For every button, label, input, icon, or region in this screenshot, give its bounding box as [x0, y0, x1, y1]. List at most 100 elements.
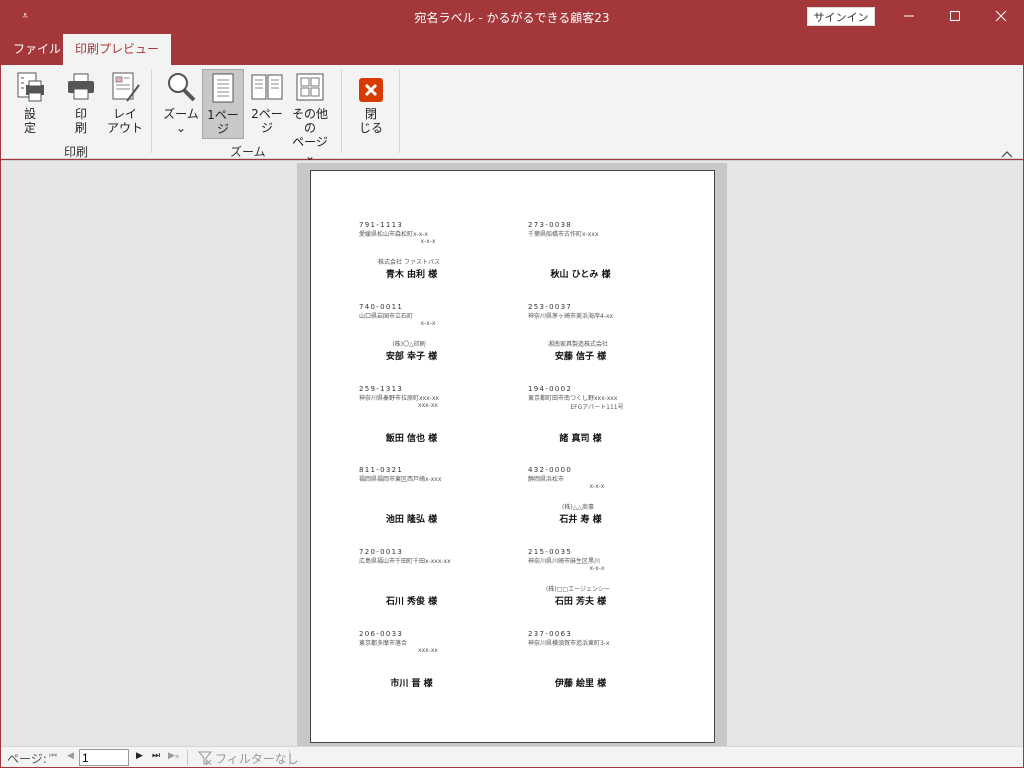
tab-print-preview[interactable]: 印刷プレビュー: [63, 34, 172, 65]
zoom-button[interactable]: ズーム ⌄: [161, 69, 201, 135]
recipient-name: 安藤 信子 様: [554, 352, 607, 362]
minimize-icon: [904, 15, 914, 17]
address-line-1: 神奈川県横須賀市追浜東町3-x: [528, 640, 610, 647]
company-name: 湘南家具製造株式会社: [547, 341, 608, 348]
one-page-button[interactable]: 1ペー ジ: [202, 69, 244, 139]
address-label: 740-0011 山口県岩国市立石町 x-x-x (株)〇△印刷安部 幸子 様: [359, 303, 524, 383]
address-label: 206-0033 東京都多摩市落合 xxx-xx 市川 晋 様: [359, 630, 524, 710]
ribbon-separator: [151, 69, 152, 153]
minimize-button[interactable]: [886, 0, 932, 32]
postal-code: 432-0000: [528, 466, 573, 474]
chevron-down-icon: ⌄: [175, 121, 187, 135]
signin-button[interactable]: サインイン: [807, 7, 875, 26]
recipient-name: 石井 寿 様: [559, 515, 602, 525]
two-page-label-1: 2ペー: [251, 107, 283, 121]
print-button[interactable]: 印 刷: [61, 69, 101, 135]
new-record-button[interactable]: ▶⁎: [168, 751, 179, 761]
address-line-2: x-x-x: [589, 483, 605, 490]
recipient-name: 石川 秀俊 様: [385, 597, 438, 607]
recipient-name: 秋山 ひとみ 様: [550, 270, 611, 280]
first-page-button[interactable]: ⏮: [49, 751, 57, 761]
close-preview-button[interactable]: 閉 じる: [353, 69, 389, 135]
close-window-button[interactable]: [978, 0, 1024, 32]
page-frame: 791-1113 愛媛県松山市森松町x-x-x x-x-x 株式会社 ファストパス 青木…: [297, 163, 727, 747]
postal-code: 811-0321: [359, 466, 404, 474]
postal-code: 720-0013: [359, 548, 404, 556]
address-line-1: 神奈川県秦野市拉原町xxx-xx: [359, 395, 439, 402]
address-label: 253-0037 神奈川県茅ヶ崎市美浜海岸4-xx 湘南家具製造株式会社 安藤 信子 …: [528, 303, 693, 383]
recipient-name: 伊藤 絵里 様: [554, 679, 607, 689]
multiple-pages-icon: [296, 73, 324, 101]
address-label: 259-1313 神奈川県秦野市拉原町xxx-xx xxx-xx 飯田 信也 様: [359, 385, 524, 465]
maximize-button[interactable]: [932, 0, 978, 32]
page-setup-icon: [17, 72, 44, 102]
address-line-1: 千葉県船橋市古作町x-xxx: [528, 231, 599, 238]
address-line-2: x-x-x: [420, 238, 436, 245]
recipient-name: 青木 由利 様: [385, 270, 438, 280]
postal-code: 259-1313: [359, 385, 404, 393]
zoom-group-label: ズーム: [230, 145, 266, 159]
next-page-button[interactable]: ▶: [136, 751, 143, 761]
address-line-1: 静岡県浜松市: [528, 476, 565, 483]
address-line-2: xxx-xx: [418, 647, 438, 654]
postal-code: 791-1113: [359, 221, 404, 229]
page-number-input[interactable]: [79, 749, 129, 766]
printer-icon: [68, 73, 94, 100]
address-label: 811-0321 福岡県福岡市東区西戸崎x-xxx 池田 隆弘 様: [359, 466, 524, 546]
address-label: 791-1113 愛媛県松山市森松町x-x-x x-x-x 株式会社 ファストパス 青木…: [359, 221, 524, 301]
postal-code: 740-0011: [359, 303, 404, 311]
ribbon: 設 定 印 刷 レイ アウト 印刷 ズーム ⌄ 1ペー ジ 2ペー ジ その他の…: [1, 65, 1023, 163]
recipient-name: 諸 真司 様: [559, 434, 602, 444]
magnifier-icon: [168, 73, 196, 102]
address-label: 273-0038 千葉県船橋市古作町x-xxx 秋山 ひとみ 様: [528, 221, 693, 301]
two-page-label-2: ジ: [260, 121, 273, 135]
recipient-name: 安部 幸子 様: [385, 352, 438, 362]
print-group-label: 印刷: [64, 145, 89, 159]
maximize-icon: [950, 11, 960, 21]
page-setup-label-1: 設: [23, 107, 36, 121]
address-line-2: xxx-xx: [418, 402, 438, 409]
page-layout-icon: [112, 72, 140, 102]
zoom-label: ズーム: [163, 107, 199, 121]
address-line-2: x-x-x: [589, 565, 605, 572]
single-page-icon: [212, 73, 234, 103]
title-bar: ⩡ 宛名ラベル - かるがるできる顧客23 サインイン: [0, 0, 1024, 34]
address-line-2: EFGアパート111号: [570, 404, 624, 411]
filter-off-icon: [198, 751, 212, 765]
postal-code: 237-0063: [528, 630, 573, 638]
company-name: (株)〇△印刷: [392, 341, 426, 348]
print-label-1: 印: [74, 107, 87, 121]
previous-page-button[interactable]: ◀: [67, 751, 74, 761]
ribbon-separator: [399, 69, 400, 153]
filter-status-button[interactable]: フィルターなし: [215, 750, 299, 767]
two-page-button[interactable]: 2ペー ジ: [247, 69, 287, 135]
close-preview-label-2: じる: [358, 121, 383, 135]
postal-code: 194-0002: [528, 385, 573, 393]
close-icon: [995, 10, 1007, 22]
postal-code: 215-0035: [528, 548, 573, 556]
address-label: 215-0035 神奈川県川崎市麻生区黒川 x-x-x (株)□□エージェンシー 石田 …: [528, 548, 693, 628]
two-pages-icon: [251, 74, 283, 100]
layout-label-1: レイ: [112, 107, 137, 121]
address-line-1: 広島県福山市千田町千田x-xxx-xx: [359, 558, 451, 565]
more-pages-button[interactable]: その他の ページ ⌄: [287, 69, 333, 163]
postal-code: 206-0033: [359, 630, 404, 638]
close-preview-icon: [359, 78, 383, 102]
status-separator: [187, 750, 188, 765]
address-line-1: 山口県岩国市立石町: [359, 313, 414, 320]
address-line-1: 神奈川県茅ヶ崎市美浜海岸4-xx: [528, 313, 614, 320]
address-line-2: x-x-x: [420, 320, 436, 327]
last-page-button[interactable]: ⏭: [152, 751, 160, 761]
more-pages-label-1: その他の: [291, 107, 328, 135]
page-setup-button[interactable]: 設 定: [9, 69, 51, 135]
address-label: 720-0013 広島県福山市千田町千田x-xxx-xx 石川 秀俊 様: [359, 548, 524, 628]
close-preview-label-1: 閉: [364, 107, 377, 121]
status-separator: [289, 750, 290, 765]
address-label: 432-0000 静岡県浜松市 x-x-x (株)△△商事 石井 寿 様: [528, 466, 693, 546]
address-line-1: 福岡県福岡市東区西戸崎x-xxx: [359, 476, 442, 483]
print-label-2: 刷: [74, 121, 87, 135]
layout-label-2: アウト: [106, 121, 143, 135]
layout-button[interactable]: レイ アウト: [103, 69, 147, 135]
preview-page[interactable]: 791-1113 愛媛県松山市森松町x-x-x x-x-x 株式会社 ファストパス 青木…: [310, 170, 715, 743]
ribbon-tabs: ファイル 印刷プレビュー: [0, 34, 1024, 65]
